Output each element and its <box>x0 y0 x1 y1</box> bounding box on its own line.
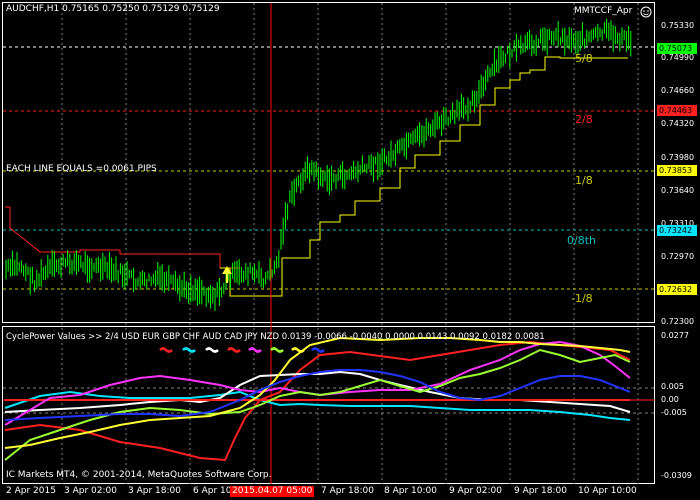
sub-tick: -0.0309 <box>661 471 692 480</box>
crosshair-time-label: 2015.04.07 05:00 <box>230 486 315 497</box>
current-price-box: 0.75073 <box>657 43 697 54</box>
legend-swatch-jpy <box>291 347 305 353</box>
symbol-info: AUDCHF,H1 0.75165 0.75250 0.75129 0.7512… <box>6 4 220 14</box>
level-label-2-8: 2/8 <box>575 113 593 126</box>
time-tick: 9 Apr 02:00 <box>449 486 502 496</box>
price-tick: 0.73980 <box>661 153 695 162</box>
legend-swatch-eur <box>182 347 196 353</box>
red-trail-line <box>5 206 240 269</box>
price-box-minus-1-8: 0.72632 <box>657 284 697 295</box>
sub-tick: 0.005 <box>661 382 684 391</box>
price-box-1-8: 0.73853 <box>657 165 697 176</box>
legend-swatch-usd <box>159 347 173 353</box>
price-tick: 0.72300 <box>661 317 695 326</box>
sub-tick: -0.005 <box>661 408 687 417</box>
level-label-0-8: 0/8th <box>567 234 596 247</box>
price-tick: 0.74990 <box>661 53 695 62</box>
chart-canvas[interactable] <box>0 0 700 500</box>
legend-swatch-cad <box>270 347 284 353</box>
yellow-trail-line <box>220 56 628 297</box>
indicator-tag: MMTCCF_Apr <box>574 6 633 16</box>
time-tick: 9 Apr 18:00 <box>514 486 567 496</box>
level-label-1-8: 1/8 <box>575 174 593 187</box>
legend-swatch-nzd <box>311 347 325 353</box>
level-label-5-8: 5/8 <box>575 52 593 65</box>
time-tick: 2 Apr 2015 <box>6 486 56 496</box>
price-tick: 0.74320 <box>661 119 695 128</box>
legend-swatch-aud <box>248 347 262 353</box>
time-tick: 8 Apr 10:00 <box>384 486 437 496</box>
time-tick: 10 Apr 10:00 <box>578 486 637 496</box>
sub-tick: 0.00 <box>661 395 679 404</box>
time-tick: 3 Apr 18:00 <box>128 486 181 496</box>
time-tick: 3 Apr 02:00 <box>64 486 117 496</box>
price-box-2-8: 0.74463 <box>657 105 697 116</box>
price-box-0-8: 0.73242 <box>657 225 697 236</box>
smiley-icon[interactable] <box>640 6 652 18</box>
legend-swatch-chf <box>227 347 241 353</box>
time-tick: 7 Apr 18:00 <box>321 486 374 496</box>
legend-swatch-gbp <box>205 347 219 353</box>
price-tick: 0.73640 <box>661 186 695 195</box>
currency-legend-swatches <box>159 347 325 353</box>
price-tick: 0.72970 <box>661 252 695 261</box>
price-tick: 0.74660 <box>661 86 695 95</box>
sub-tick: 0.0277 <box>661 331 689 340</box>
price-tick: 0.75330 <box>661 21 695 30</box>
pip-annotation: EACH LINE EQUALS =0.0061 PIPS <box>6 164 157 174</box>
cyclepower-header: CyclePower Values >> 2/4 USD EUR GBP CHF… <box>6 332 545 342</box>
level-label-minus-1-8: -1/8 <box>571 292 593 305</box>
copyright-text: IC Markets MT4, © 2001-2014, MetaQuotes … <box>6 470 272 480</box>
